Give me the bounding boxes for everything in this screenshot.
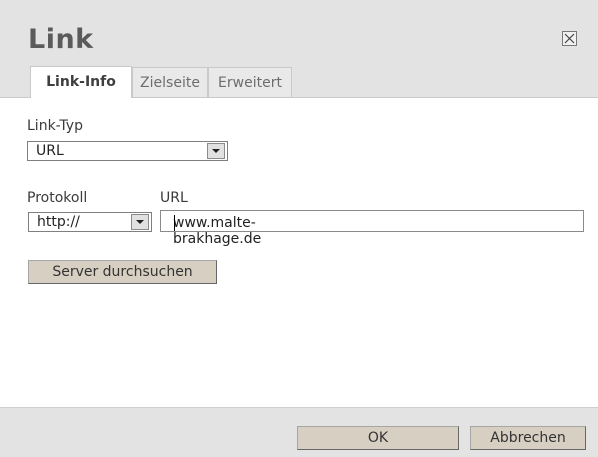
protocol-label: Protokoll: [27, 190, 88, 206]
dialog-footer: OK Abbrechen: [0, 407, 598, 457]
dialog-header: Link Link-Info Zielseite Erweitert: [0, 0, 598, 98]
protocol-select[interactable]: http://: [28, 212, 152, 232]
cancel-button[interactable]: Abbrechen: [470, 426, 586, 450]
chevron-down-icon[interactable]: [131, 214, 149, 230]
close-button[interactable]: [562, 31, 577, 46]
link-type-value: URL: [36, 143, 64, 159]
text-caret: [174, 215, 175, 231]
tab-zielseite[interactable]: Zielseite: [132, 67, 208, 97]
link-type-label: Link-Typ: [27, 118, 83, 134]
protocol-value: http://: [37, 214, 80, 230]
url-label: URL: [160, 190, 188, 206]
dialog-title: Link: [28, 24, 94, 55]
close-icon: [564, 33, 575, 44]
ok-button[interactable]: OK: [297, 426, 459, 450]
link-dialog: Link Link-Info Zielseite Erweitert Link-…: [0, 0, 598, 457]
link-type-select[interactable]: URL: [27, 141, 228, 161]
tab-erweitert[interactable]: Erweitert: [208, 67, 292, 97]
chevron-down-icon[interactable]: [207, 143, 225, 159]
browse-server-button[interactable]: Server durchsuchen: [28, 260, 217, 284]
tab-link-info[interactable]: Link-Info: [30, 66, 132, 98]
url-input[interactable]: www.malte-brakhage.de: [160, 210, 584, 247]
